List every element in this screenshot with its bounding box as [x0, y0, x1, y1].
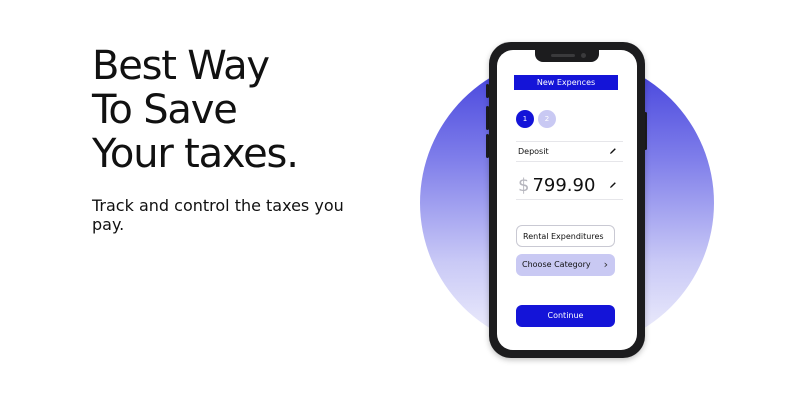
- divider: [516, 141, 623, 142]
- continue-button[interactable]: Continue: [516, 305, 615, 327]
- pencil-icon[interactable]: [609, 147, 617, 155]
- rental-expenditures-field[interactable]: Rental Expenditures: [516, 225, 615, 247]
- currency-symbol: $: [518, 175, 530, 196]
- hero-title: Best Way To Save Your taxes.: [92, 43, 299, 177]
- divider: [516, 199, 623, 200]
- phone-screen: New Expences 1 2 Deposit $799.90 Rental …: [497, 50, 637, 350]
- screen-title: New Expences: [514, 75, 618, 90]
- divider: [516, 161, 623, 162]
- choose-category-label: Choose Category: [522, 260, 591, 269]
- chevron-right-icon: ›: [603, 258, 608, 271]
- pencil-icon[interactable]: [609, 181, 617, 189]
- deposit-label: Deposit: [518, 147, 549, 156]
- amount-value: 799.90: [532, 175, 596, 196]
- choose-category-select[interactable]: Choose Category ›: [516, 254, 615, 276]
- phone-mockup: New Expences 1 2 Deposit $799.90 Rental …: [489, 42, 645, 358]
- amount-display[interactable]: $799.90: [518, 175, 595, 197]
- speaker-icon: [551, 54, 575, 57]
- step-indicator-1[interactable]: 1: [516, 110, 534, 128]
- hero-subtitle: Track and control the taxes you pay.: [92, 196, 344, 234]
- front-camera-icon: [581, 53, 586, 58]
- step-indicator-2[interactable]: 2: [538, 110, 556, 128]
- phone-notch: [535, 50, 599, 62]
